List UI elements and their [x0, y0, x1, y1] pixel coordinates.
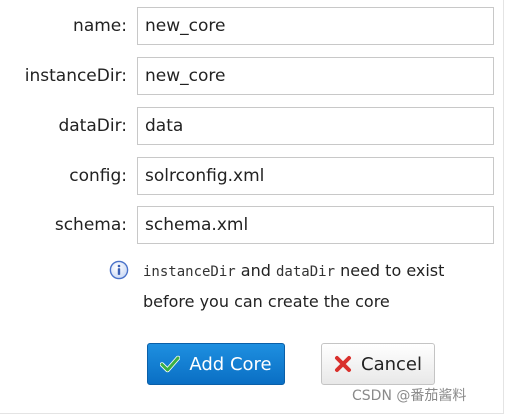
info-code-instance-dir: instanceDir	[143, 264, 236, 280]
info-line1-end: need to exist	[335, 261, 445, 280]
cancel-button[interactable]: Cancel	[321, 343, 435, 385]
config-input[interactable]	[137, 157, 494, 195]
instance-dir-input[interactable]	[137, 57, 494, 95]
schema-row: schema:	[0, 206, 505, 244]
info-and: and	[235, 261, 276, 280]
close-icon	[335, 356, 351, 372]
data-dir-input[interactable]	[137, 107, 494, 145]
watermark: CSDN @番茄酱料	[352, 388, 467, 404]
name-row: name:	[0, 7, 505, 45]
schema-label: schema:	[54, 215, 127, 235]
instance-dir-label: instanceDir:	[24, 66, 127, 86]
schema-input[interactable]	[137, 206, 494, 244]
add-core-button[interactable]: Add Core	[147, 343, 285, 385]
config-label: config:	[69, 166, 127, 186]
add-core-label: Add Core	[189, 353, 272, 375]
info-line-1: instanceDir and dataDir need to exist	[143, 256, 493, 287]
info-icon	[109, 260, 129, 280]
info-code-data-dir: dataDir	[276, 264, 336, 280]
info-message: instanceDir and dataDir need to exist be…	[143, 256, 493, 317]
data-dir-label: dataDir:	[58, 116, 127, 136]
cancel-label: Cancel	[361, 353, 422, 375]
info-line-2: before you can create the core	[143, 292, 390, 311]
name-input[interactable]	[137, 7, 494, 45]
check-icon	[160, 355, 181, 373]
data-dir-row: dataDir:	[0, 107, 505, 145]
name-label: name:	[73, 16, 127, 36]
config-row: config:	[0, 157, 505, 195]
instance-dir-row: instanceDir:	[0, 57, 505, 95]
